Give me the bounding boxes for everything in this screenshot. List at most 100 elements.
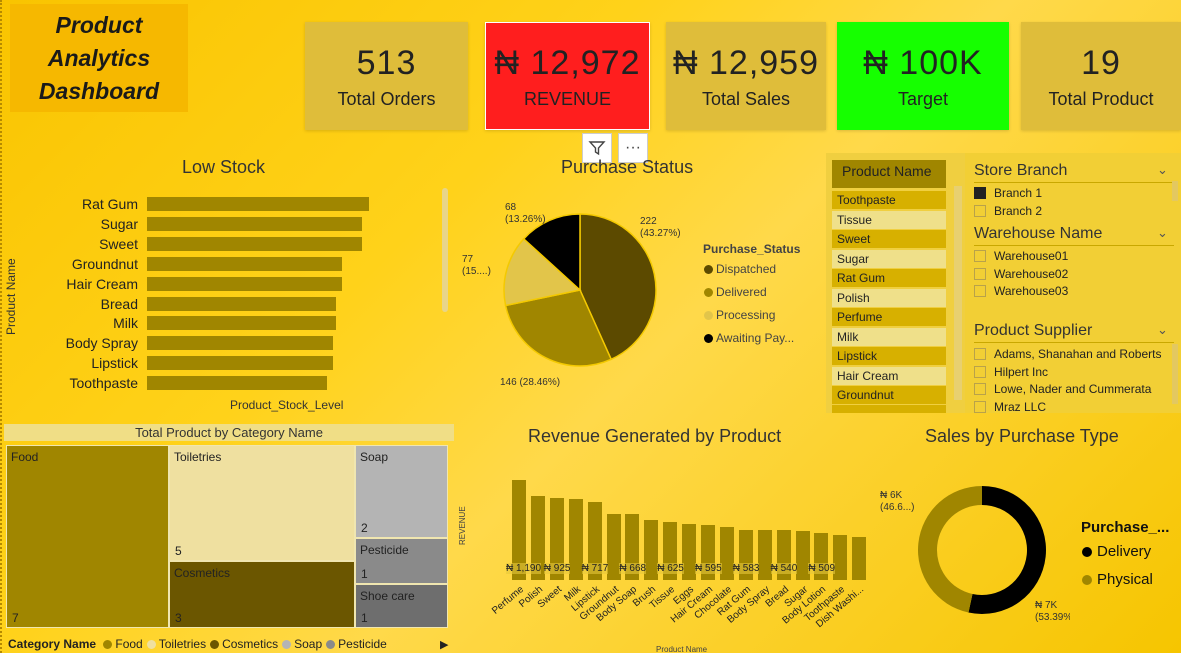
treemap-cell-value: 3: [175, 611, 182, 625]
treemap-cell[interactable]: Toiletries 5: [169, 445, 355, 561]
supplier-scrollbar[interactable]: [1172, 344, 1178, 404]
legend-dot-icon: [1082, 547, 1092, 558]
revenue-bar[interactable]: [757, 530, 772, 580]
revenue-bar[interactable]: [606, 513, 621, 580]
product-slicer-item-partial[interactable]: [832, 405, 946, 413]
legend-dot-icon: [704, 311, 713, 321]
product-slicer-item[interactable]: Tissue: [832, 210, 946, 229]
revenue-data-label: ₦ 925: [543, 563, 571, 574]
sales-type-legend-item[interactable]: Physical: [1082, 571, 1153, 588]
sales-type-slice[interactable]: [968, 486, 1046, 614]
treemap-legend-item[interactable]: Soap: [282, 637, 322, 651]
checkbox[interactable]: [974, 348, 986, 360]
checkbox[interactable]: [974, 383, 986, 395]
revenue-bar[interactable]: [644, 519, 659, 580]
revenue-data-label: ₦ 583: [732, 563, 760, 574]
chevron-down-icon[interactable]: ⌄: [1157, 322, 1168, 338]
checkbox[interactable]: [974, 285, 986, 297]
sales-type-slice[interactable]: [918, 486, 982, 613]
sales-type-donut: ₦ 7K(53.39%) ₦ 6K(46.6...): [880, 486, 1070, 623]
treemap-cell-label: Toiletries: [174, 450, 222, 464]
chevron-down-icon[interactable]: ⌄: [1157, 225, 1168, 241]
purchase-status-legend-item[interactable]: Awaiting Pay...: [704, 331, 794, 345]
product-slicer-item[interactable]: Perfume: [832, 308, 946, 326]
treemap-cell[interactable]: Shoe care 1: [355, 584, 448, 628]
kpi-total-sales[interactable]: ₦ 12,959 Total Sales: [666, 22, 826, 130]
checkbox[interactable]: [974, 267, 986, 280]
purchase-status-legend-item[interactable]: Processing: [704, 308, 775, 322]
treemap-legend: Category Name Food Toiletries Cosmetics Soa…: [8, 637, 387, 651]
product-slicer-item[interactable]: Milk: [832, 327, 946, 346]
treemap-cell[interactable]: Soap 2: [355, 445, 448, 538]
kpi-value: 19: [1081, 43, 1121, 82]
product-slicer-item[interactable]: Hair Cream: [832, 366, 946, 385]
checkbox[interactable]: [974, 204, 986, 217]
revenue-bar[interactable]: [795, 531, 810, 580]
treemap-cell[interactable]: Food 7: [6, 445, 169, 628]
low-stock-bar[interactable]: [147, 316, 336, 331]
revenue-bar[interactable]: [682, 523, 697, 580]
low-stock-bar[interactable]: [147, 236, 363, 251]
low-stock-bar[interactable]: [147, 356, 334, 371]
revenue-bar[interactable]: [852, 537, 867, 580]
kpi-revenue[interactable]: ₦ 12,972 REVENUE: [485, 22, 650, 130]
purchase-status-legend-title: Purchase_Status: [703, 242, 801, 256]
low-stock-bar[interactable]: [147, 296, 336, 311]
kpi-target[interactable]: ₦ 100K Target: [837, 22, 1009, 130]
product-slicer-item[interactable]: Rat Gum: [832, 269, 946, 287]
low-stock-bar[interactable]: [147, 197, 369, 211]
low-stock-bar[interactable]: [147, 216, 363, 231]
revenue-bar[interactable]: [833, 534, 848, 580]
checkbox[interactable]: [974, 250, 986, 262]
checkbox[interactable]: [974, 365, 986, 378]
sales-type-legend-item[interactable]: Delivery: [1082, 543, 1151, 560]
chevron-down-icon[interactable]: ⌄: [1157, 162, 1168, 178]
low-stock-bar[interactable]: [147, 276, 343, 291]
treemap-legend-title: Category Name: [8, 637, 97, 651]
purchase-status-data-label: (13.26%): [505, 214, 546, 225]
legend-dot-icon: [704, 265, 713, 275]
warehouse-title: Warehouse Name: [974, 225, 1103, 242]
low-stock-scrollbar[interactable]: [442, 188, 448, 312]
sales-type-legend-title: Purchase_...: [1081, 519, 1170, 536]
sales-type-data-label: ₦ 6K: [880, 490, 903, 501]
purchase-status-legend-label: Awaiting Pay...: [716, 331, 795, 345]
filter-scrollbar[interactable]: [1172, 181, 1178, 201]
legend-next-icon[interactable]: ▶: [440, 638, 448, 651]
low-stock-bar[interactable]: [147, 336, 334, 351]
revenue-data-label: ₦ 1,190: [506, 563, 542, 574]
treemap-cell-value: 7: [12, 611, 19, 625]
product-slicer-item[interactable]: Sweet: [832, 230, 946, 248]
treemap-cell[interactable]: Cosmetics 3: [169, 561, 355, 628]
kpi-total-product[interactable]: 19 Total Product: [1021, 22, 1181, 130]
revenue-bar[interactable]: [568, 499, 583, 580]
product-slicer-item[interactable]: Sugar: [832, 249, 946, 268]
low-stock-bar[interactable]: [147, 256, 343, 271]
low-stock-bar-label: Groundnut: [71, 255, 138, 272]
treemap-legend-item[interactable]: Cosmetics: [210, 637, 278, 651]
sales-type-data-label: (53.39%): [1035, 612, 1070, 623]
checkbox[interactable]: [974, 400, 986, 413]
checkbox[interactable]: [974, 187, 986, 199]
kpi-total-orders[interactable]: 513 Total Orders: [305, 22, 468, 130]
product-slicer-item[interactable]: Lipstick: [832, 347, 946, 365]
product-slicer-item[interactable]: Toothpaste: [832, 191, 946, 209]
treemap-cell[interactable]: Pesticide 1: [355, 538, 448, 584]
section-divider: [974, 182, 1174, 183]
low-stock-bar-label: Hair Cream: [66, 275, 138, 292]
purchase-status-legend-label: Delivered: [716, 285, 767, 299]
treemap-legend-item[interactable]: Pesticide: [326, 637, 387, 651]
purchase-status-legend-item[interactable]: Delivered: [704, 285, 767, 299]
kpi-label: Total Product: [1048, 88, 1154, 109]
purchase-status-legend-item[interactable]: Dispatched: [704, 262, 776, 276]
legend-dot-icon: [1082, 575, 1092, 586]
filter-option-label: Branch 2: [994, 203, 1043, 218]
treemap-legend-item[interactable]: Toiletries: [146, 637, 206, 651]
product-slicer-item[interactable]: Polish: [832, 288, 946, 307]
treemap-legend-item[interactable]: Food: [103, 637, 143, 651]
filter-option-label: Warehouse03: [994, 284, 1069, 298]
product-slicer-item[interactable]: Groundnut: [832, 386, 946, 404]
product-slicer-scrollbar[interactable]: [954, 186, 962, 400]
low-stock-bar[interactable]: [147, 376, 327, 391]
product-slicer-header[interactable]: Product Name: [832, 160, 946, 188]
